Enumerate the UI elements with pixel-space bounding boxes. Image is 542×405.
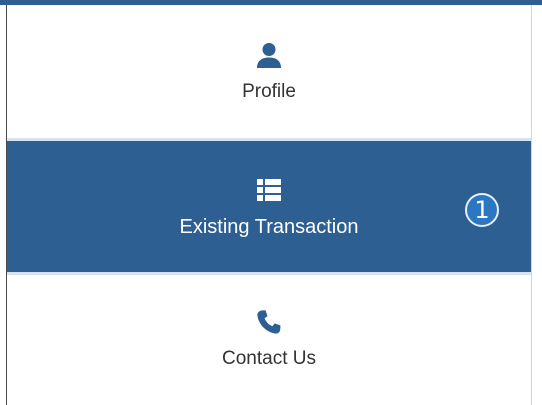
user-icon <box>257 42 281 68</box>
menu-item-label: Existing Transaction <box>179 215 359 238</box>
right-border <box>531 5 532 405</box>
list-icon <box>257 178 281 201</box>
sidebar-menu: Profile Existing Transaction 1 Contact U… <box>7 5 531 403</box>
phone-icon <box>257 310 281 334</box>
menu-item-label: Contact Us <box>222 348 316 369</box>
sidebar-menu-frame: Profile Existing Transaction 1 Contact U… <box>0 0 542 405</box>
menu-item-existing-transaction[interactable]: Existing Transaction 1 <box>7 141 531 272</box>
menu-item-profile[interactable]: Profile <box>7 5 531 138</box>
menu-item-label: Profile <box>242 80 296 102</box>
menu-item-contact-us[interactable]: Contact Us <box>7 275 531 403</box>
step-number-badge: 1 <box>465 193 499 227</box>
